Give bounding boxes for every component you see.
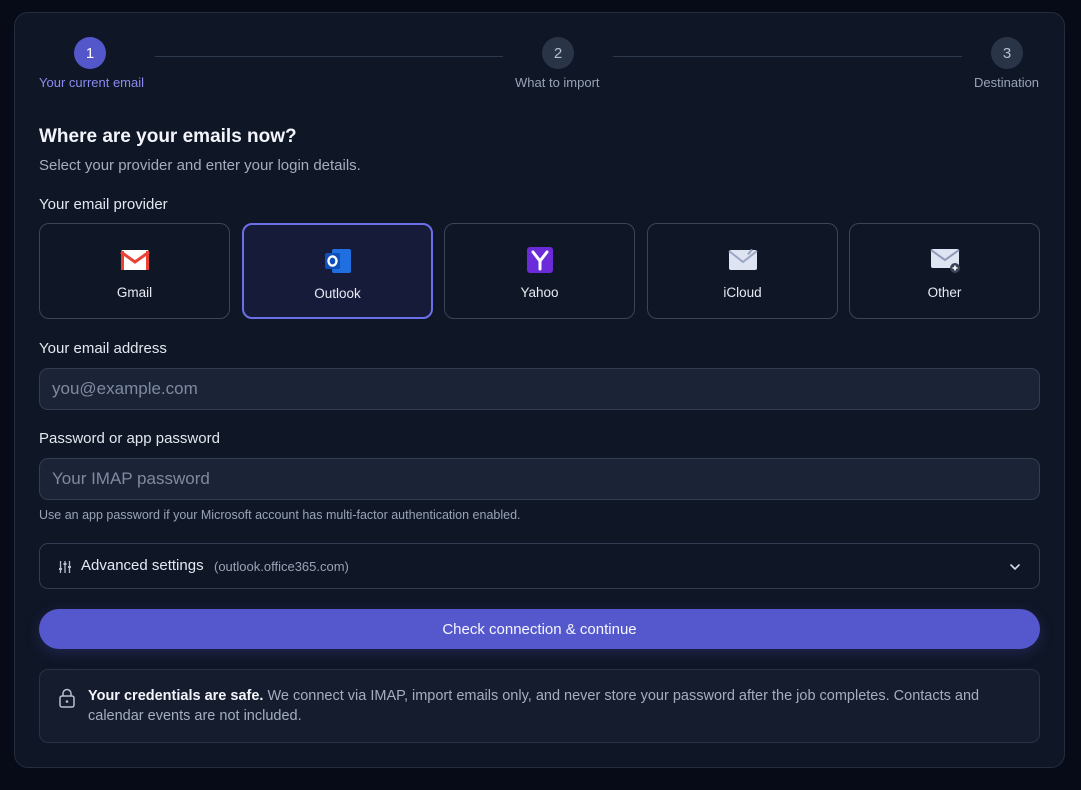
provider-label-gmail: Gmail [116, 285, 153, 300]
credentials-notice-text: Your credentials are safe. We connect vi… [88, 686, 1008, 726]
provider-other[interactable]: Other [849, 223, 1040, 319]
step-2-indicator: 2 [542, 37, 574, 69]
check-connection-button[interactable]: Check connection & continue [39, 609, 1040, 649]
credentials-notice-bold: Your credentials are safe. [88, 688, 264, 704]
password-input[interactable] [39, 458, 1040, 500]
stepper: 1 Your current email 2 What to import 3 … [15, 13, 1066, 103]
provider-label-icloud: iCloud [723, 285, 762, 300]
advanced-settings-label: Advanced settings [81, 557, 204, 574]
icloud-mail-icon [727, 249, 758, 270]
email-label: Your email address [39, 340, 167, 357]
step-1-label: Your current email [39, 75, 145, 90]
gmail-icon [119, 250, 150, 270]
step-3-indicator: 3 [991, 37, 1023, 69]
page-title: Where are your emails now? [39, 126, 297, 147]
lock-icon [59, 688, 75, 708]
yahoo-icon [526, 247, 553, 273]
page-subtitle: Select your provider and enter your logi… [39, 157, 361, 174]
chevron-down-icon [1010, 564, 1020, 570]
step-connector [155, 56, 503, 57]
provider-options: Gmail Outlook Yahoo iCloud Other [39, 223, 1041, 319]
provider-gmail[interactable]: Gmail [39, 223, 230, 319]
advanced-settings-host: (outlook.office365.com) [214, 559, 349, 574]
sliders-icon [59, 561, 71, 573]
provider-label-yahoo: Yahoo [520, 285, 559, 300]
step-3-label: Destination [974, 75, 1040, 90]
email-input[interactable] [39, 368, 1040, 410]
provider-yahoo[interactable]: Yahoo [444, 223, 635, 319]
password-label: Password or app password [39, 430, 220, 447]
password-hint: Use an app password if your Microsoft ac… [39, 508, 521, 522]
advanced-settings-toggle[interactable]: Advanced settings (outlook.office365.com… [39, 543, 1040, 589]
other-mail-icon [929, 249, 960, 273]
step-1-indicator: 1 [74, 37, 106, 69]
step-2-label: What to import [515, 75, 600, 90]
import-card: 1 Your current email 2 What to import 3 … [14, 12, 1065, 768]
provider-label-outlook: Outlook [314, 286, 361, 301]
provider-outlook[interactable]: Outlook [242, 223, 433, 319]
provider-label: Your email provider [39, 196, 168, 213]
credentials-notice: Your credentials are safe. We connect vi… [39, 669, 1040, 743]
provider-label-other: Other [927, 285, 962, 300]
step-connector [613, 56, 962, 57]
outlook-icon [324, 249, 351, 273]
provider-icloud[interactable]: iCloud [647, 223, 838, 319]
